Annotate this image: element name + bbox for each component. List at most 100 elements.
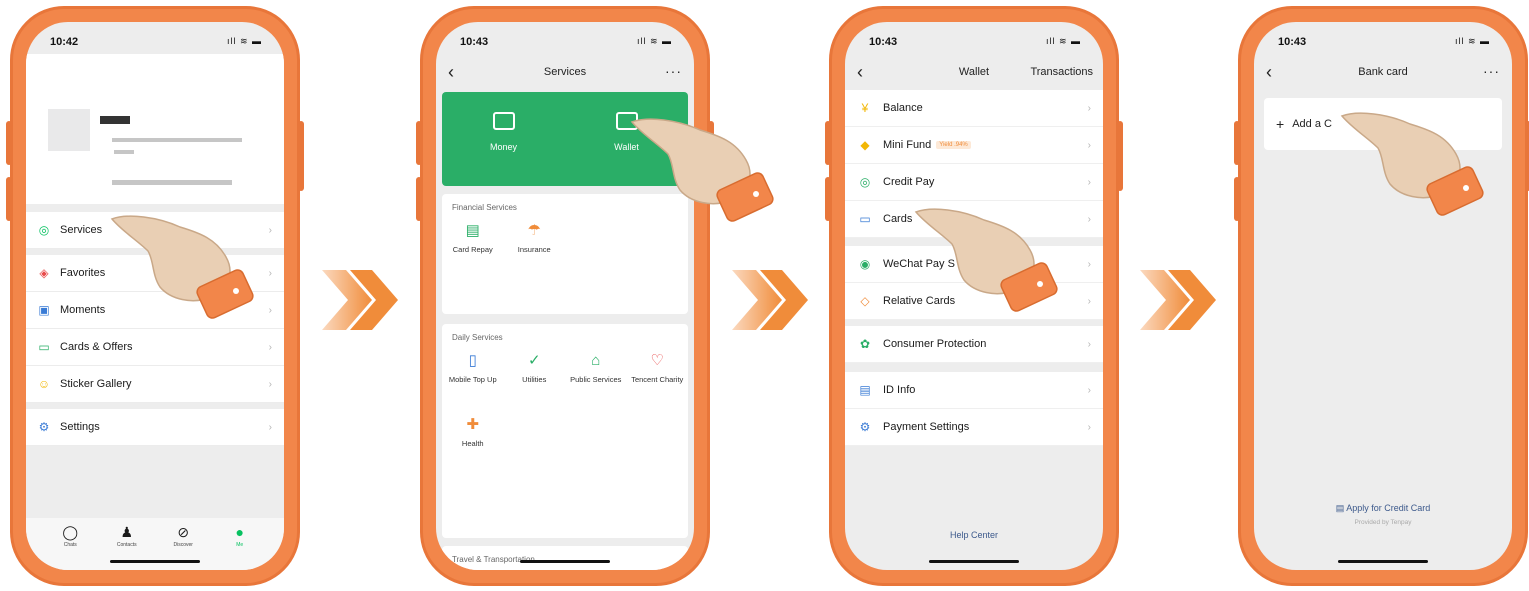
status-bar: 10:43 ıll ≋ ▬ <box>845 22 1103 54</box>
phone-side-button <box>825 121 831 165</box>
chats-icon: ◯ <box>62 524 79 540</box>
wallet-item-label: Cards <box>883 213 913 225</box>
phone-screen-bank-card: 10:43 ıll ≋ ▬ ‹ Bank card ··· + Add a C … <box>1254 22 1512 570</box>
chevron-right-icon: › <box>268 224 272 236</box>
section-title: Travel & Transportation <box>452 555 535 564</box>
menu-item-settings[interactable]: ⚙ Settings › <box>26 409 284 446</box>
wallet-item-label: WeChat Pay S <box>883 258 955 270</box>
status-bar: 10:43 ıll ≋ ▬ <box>1254 22 1512 54</box>
phone-frame-4: 10:43 ıll ≋ ▬ ‹ Bank card ··· + Add a C … <box>1234 6 1529 586</box>
yield-badge: Yield .94% <box>936 141 971 149</box>
menu-item-services[interactable]: ◎ Services › <box>26 212 284 249</box>
settings-icon: ⚙ <box>38 420 50 434</box>
wallet-item-consumer-protection[interactable]: ✿ Consumer Protection › <box>845 326 1103 363</box>
relative-cards-icon: ◇ <box>860 294 870 308</box>
wallet-item-label: Payment Settings <box>883 421 970 433</box>
step-arrow-icon <box>1140 270 1216 330</box>
wallet-item-id-info[interactable]: ▤ ID Info › <box>845 372 1103 409</box>
tab-chats[interactable]: ◯ Chats <box>42 518 99 570</box>
sticker-icon: ☺ <box>37 377 51 391</box>
status-time: 10:43 <box>1278 36 1307 48</box>
menu-item-label: Moments <box>60 304 106 316</box>
wallet-item-relative-cards[interactable]: ◇ Relative Cards › <box>845 283 1103 320</box>
phone-frame-1: 10:42 ıll ≋ ▬ ◎ Services › ◈ Favorites › <box>6 6 304 586</box>
chevron-right-icon: › <box>1087 295 1091 307</box>
me-menu: ◎ Services › ◈ Favorites › ▣ Moments › ▭… <box>26 212 284 446</box>
status-time: 10:42 <box>50 36 79 48</box>
payment-settings-icon: ⚙ <box>859 420 871 434</box>
discover-icon: ⊘ <box>177 524 190 540</box>
chevron-right-icon: › <box>1087 139 1091 151</box>
mobile-topup-button[interactable]: ▯ Mobile Top Up <box>442 351 504 399</box>
menu-item-label: Services <box>60 224 103 236</box>
contacts-icon: ♟ <box>120 524 134 540</box>
health-button[interactable]: ✚ Health <box>442 399 504 463</box>
grid-label: Insurance <box>517 245 551 254</box>
menu-item-favorites[interactable]: ◈ Favorites › <box>26 255 284 292</box>
card-repay-button[interactable]: ▤ Card Repay <box>442 221 504 269</box>
menu-item-moments[interactable]: ▣ Moments › <box>26 292 284 329</box>
add-card-label: Add a C <box>1292 118 1332 130</box>
tab-label: Chats <box>63 542 77 548</box>
transactions-link[interactable]: Transactions <box>1030 62 1093 82</box>
step-arrow-icon <box>732 270 808 330</box>
avatar[interactable] <box>48 109 90 151</box>
chevron-right-icon: › <box>1087 384 1091 396</box>
wallet-button[interactable]: Wallet <box>565 92 688 186</box>
status-time: 10:43 <box>460 36 489 48</box>
chevron-right-icon: › <box>1087 102 1091 114</box>
help-center-link[interactable]: Help Center <box>845 530 1103 540</box>
status-time: 10:43 <box>869 36 898 48</box>
insurance-button[interactable]: ☂ Insurance <box>504 221 566 269</box>
phone-side-button <box>416 121 422 165</box>
menu-item-label: Sticker Gallery <box>60 378 132 390</box>
wallet-item-balance[interactable]: ¥ Balance › <box>845 90 1103 127</box>
profile-header[interactable] <box>26 54 284 204</box>
charity-button[interactable]: ♡ Tencent Charity <box>627 351 689 399</box>
money-button[interactable]: Money <box>442 92 565 186</box>
grid-label: Health <box>461 439 484 448</box>
chevron-right-icon: › <box>268 304 272 316</box>
phone-side-button <box>1234 177 1240 221</box>
cards-icon: ▭ <box>859 212 871 226</box>
phone-side-button <box>416 177 422 221</box>
utilities-button[interactable]: ✓ Utilities <box>504 351 566 399</box>
balance-icon: ¥ <box>861 101 869 115</box>
phone-side-button <box>6 121 12 165</box>
me-icon: ● <box>235 524 244 540</box>
home-indicator <box>1338 560 1428 563</box>
menu-item-sticker-gallery[interactable]: ☺ Sticker Gallery › <box>26 366 284 403</box>
wallet-item-payment-settings[interactable]: ⚙ Payment Settings › <box>845 409 1103 446</box>
nav-bar: ‹ Wallet Transactions <box>845 62 1103 84</box>
provided-by-text: Provided by Tenpay <box>1354 519 1412 526</box>
wallet-item-wechat-pay[interactable]: ◉ WeChat Pay S › <box>845 246 1103 283</box>
menu-item-cards-offers[interactable]: ▭ Cards & Offers › <box>26 329 284 366</box>
wallet-item-cards[interactable]: ▭ Cards › <box>845 201 1103 238</box>
phone-screen-wallet: 10:43 ıll ≋ ▬ ‹ Wallet Transactions ¥ Ba… <box>845 22 1103 570</box>
tab-label: Discover <box>173 542 193 548</box>
wallet-item-credit-pay[interactable]: ◎ Credit Pay › <box>845 164 1103 201</box>
credit-pay-icon: ◎ <box>859 175 871 189</box>
add-card-button[interactable]: + Add a C <box>1264 98 1502 150</box>
wallet-item-mini-fund[interactable]: ◆ Mini Fund Yield .94% › <box>845 127 1103 164</box>
apply-credit-card-link[interactable]: ▤ Apply for Credit Card <box>1254 503 1512 514</box>
tab-me[interactable]: ● Me <box>212 518 269 570</box>
financial-services-section: Financial Services ▤ Card Repay ☂ Insura… <box>442 194 688 314</box>
more-icon[interactable]: ··· <box>1483 62 1500 80</box>
phone-side-button <box>708 121 714 191</box>
more-icon[interactable]: ··· <box>665 62 682 80</box>
wallet-list-3: ✿ Consumer Protection › <box>845 326 1103 363</box>
chevron-right-icon: › <box>268 421 272 433</box>
profile-id-redacted <box>114 150 134 154</box>
insurance-icon: ☂ <box>527 222 541 239</box>
phone-side-button <box>1117 121 1123 191</box>
signal-battery-icon: ıll ≋ ▬ <box>636 36 672 46</box>
wallet-list-1: ¥ Balance › ◆ Mini Fund Yield .94% › ◎ C… <box>845 90 1103 238</box>
public-services-button[interactable]: ⌂ Public Services <box>565 351 627 399</box>
chevron-right-icon: › <box>1087 338 1091 350</box>
signal-battery-icon: ıll ≋ ▬ <box>226 36 262 46</box>
profile-status-redacted <box>112 180 232 185</box>
grid-label: Mobile Top Up <box>448 375 497 384</box>
grid-label: Tencent Charity <box>631 375 684 384</box>
chevron-right-icon: › <box>268 267 272 279</box>
